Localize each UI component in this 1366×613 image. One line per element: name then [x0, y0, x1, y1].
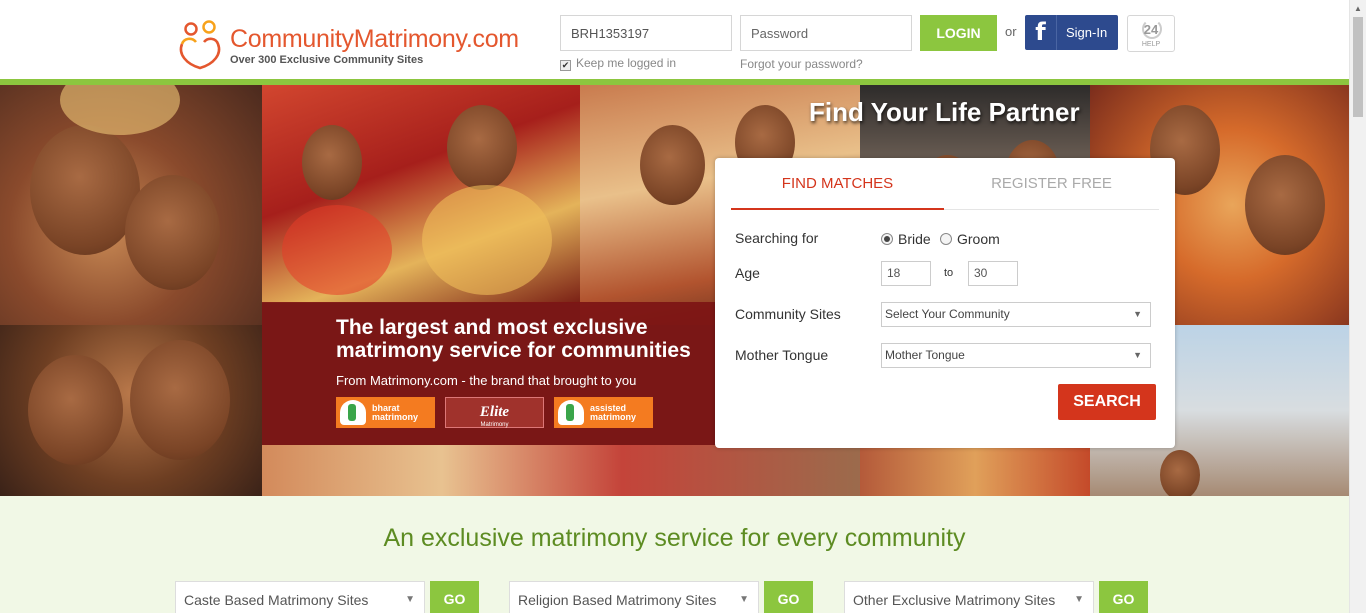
elite-matrimony-sublabel: Matrimony — [480, 422, 509, 428]
password-input[interactable] — [740, 15, 912, 51]
community-sites-label: Community Sites — [735, 306, 841, 322]
or-separator: or — [1005, 24, 1017, 39]
promo-heading: The largest and most exclusive matrimony… — [336, 316, 691, 362]
age-to-input[interactable]: 30 — [968, 261, 1018, 286]
keep-logged-in[interactable]: ✔ Keep me logged in — [560, 56, 676, 71]
community-select-value: Select Your Community — [885, 307, 1010, 321]
community-section: An exclusive matrimony service for every… — [0, 496, 1349, 613]
promo-box: The largest and most exclusive matrimony… — [262, 302, 717, 445]
age-to-text: to — [944, 267, 954, 279]
tab-register-free[interactable]: REGISTER FREE — [944, 158, 1159, 210]
community-select[interactable]: Select Your Community ▼ — [881, 302, 1151, 327]
login-button[interactable]: LOGIN — [920, 15, 997, 51]
username-input[interactable] — [560, 15, 732, 51]
couple-photo-9 — [860, 445, 1090, 496]
radio-groom-dot[interactable] — [940, 233, 952, 245]
promo-subtext: From Matrimony.com - the brand that brou… — [336, 373, 637, 388]
chevron-down-icon: ▼ — [1074, 594, 1084, 605]
radio-groom-label: Groom — [957, 231, 1000, 247]
couple-photo-2 — [0, 325, 262, 496]
logo-tagline: Over 300 Exclusive Community Sites — [230, 54, 424, 66]
site-logo[interactable]: CommunityMatrimony.com Over 300 Exclusiv… — [176, 20, 536, 70]
other-sites-select-value: Other Exclusive Matrimony Sites — [853, 592, 1056, 608]
radio-groom[interactable]: Groom — [940, 231, 1000, 247]
logo-wordmark: CommunityMatrimony.com — [230, 25, 519, 53]
bharat-matrimony-logo-icon — [340, 400, 366, 425]
age-label: Age — [735, 265, 760, 281]
religion-sites-select[interactable]: Religion Based Matrimony Sites ▼ — [509, 581, 759, 613]
couple-photo-1 — [0, 85, 262, 325]
assisted-matrimony-badge[interactable]: assisted matrimony — [554, 397, 653, 428]
facebook-signin-button[interactable]: f Sign-In — [1025, 15, 1118, 50]
search-button[interactable]: SEARCH — [1058, 384, 1156, 420]
elite-matrimony-label: Elite — [479, 404, 510, 420]
forgot-password-link[interactable]: Forgot your password? — [740, 57, 863, 71]
elite-matrimony-badge[interactable]: Elite Matrimony — [445, 397, 544, 428]
keep-logged-in-checkbox[interactable]: ✔ — [560, 60, 571, 71]
caste-go-button[interactable]: GO — [430, 581, 479, 613]
couple-photo-8 — [262, 445, 862, 496]
assisted-matrimony-logo-icon — [558, 400, 584, 425]
scroll-up-icon[interactable]: ▲ — [1354, 4, 1362, 13]
chevron-down-icon: ▼ — [1133, 350, 1142, 360]
chevron-down-icon: ▼ — [1133, 309, 1142, 319]
tab-find-matches[interactable]: FIND MATCHES — [731, 158, 944, 210]
mother-tongue-label: Mother Tongue — [735, 347, 829, 363]
caste-sites-select[interactable]: Caste Based Matrimony Sites ▼ — [175, 581, 425, 613]
scrollbar-thumb[interactable] — [1353, 17, 1363, 117]
mother-tongue-select[interactable]: Mother Tongue ▼ — [881, 343, 1151, 368]
other-go-button[interactable]: GO — [1099, 581, 1148, 613]
assisted-matrimony-label: assisted matrimony — [590, 403, 637, 422]
religion-go-button[interactable]: GO — [764, 581, 813, 613]
age-from-input[interactable]: 18 — [881, 261, 931, 286]
facebook-signin-label: Sign-In — [1066, 25, 1108, 40]
mother-tongue-select-value: Mother Tongue — [885, 348, 965, 362]
facebook-icon: f — [1025, 15, 1057, 50]
hero-title: Find Your Life Partner — [809, 97, 1080, 127]
keep-logged-in-label: Keep me logged in — [576, 56, 677, 70]
radio-bride[interactable]: Bride — [881, 231, 931, 247]
page-scrollbar[interactable]: ▲ — [1349, 0, 1366, 613]
couple-photo-3 — [262, 85, 580, 303]
help-number: 24 — [1143, 22, 1159, 37]
chevron-down-icon: ▼ — [739, 594, 749, 605]
help-24-button[interactable]: 24 HELP — [1127, 15, 1175, 52]
search-panel: FIND MATCHES REGISTER FREE Searching for… — [715, 158, 1175, 448]
help-label: HELP — [1141, 41, 1161, 48]
searching-for-label: Searching for — [735, 230, 819, 246]
site-header: CommunityMatrimony.com Over 300 Exclusiv… — [0, 0, 1349, 79]
caste-sites-select-value: Caste Based Matrimony Sites — [184, 592, 369, 608]
radio-bride-dot[interactable] — [881, 233, 893, 245]
other-sites-select[interactable]: Other Exclusive Matrimony Sites ▼ — [844, 581, 1094, 613]
chevron-down-icon: ▼ — [405, 594, 415, 605]
bharat-matrimony-label: bharat matrimony — [372, 403, 419, 422]
hero-banner: Find Your Life Partner The largest and m… — [0, 85, 1349, 496]
religion-sites-select-value: Religion Based Matrimony Sites — [518, 592, 717, 608]
community-section-title: An exclusive matrimony service for every… — [383, 524, 966, 552]
bharat-matrimony-badge[interactable]: bharat matrimony — [336, 397, 435, 428]
radio-bride-label: Bride — [898, 231, 931, 247]
couple-heart-logo-icon — [179, 20, 221, 70]
